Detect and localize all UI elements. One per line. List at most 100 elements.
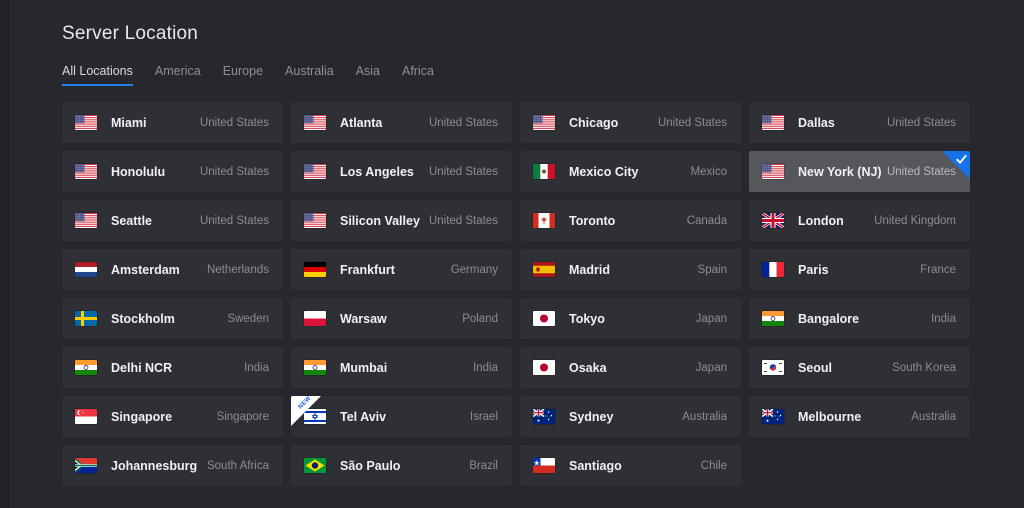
location-country-label: South Korea [892, 361, 956, 374]
flag-icon-se [75, 311, 97, 326]
location-city-label: Seattle [111, 213, 152, 228]
location-city-label: Osaka [569, 360, 607, 375]
location-card[interactable]: Singapore Singapore [62, 396, 283, 437]
location-card[interactable]: Bangalore India [749, 298, 970, 339]
location-card[interactable]: Melbourne Australia [749, 396, 970, 437]
location-city-label: Los Angeles [340, 164, 414, 179]
location-country-label: France [920, 263, 956, 276]
location-card[interactable]: Tel Aviv Israel NEW [291, 396, 512, 437]
location-card[interactable]: Santiago Chile [520, 445, 741, 486]
flag-icon-gb [762, 213, 784, 228]
location-city-label: Paris [798, 262, 829, 277]
location-card[interactable]: Johannesburg South Africa [62, 445, 283, 486]
location-card[interactable]: Mexico City Mexico [520, 151, 741, 192]
location-city-label: Mumbai [340, 360, 388, 375]
flag-icon-de [304, 262, 326, 277]
location-country-label: Japan [695, 312, 727, 325]
location-city-label: Singapore [111, 409, 173, 424]
flag-icon-us [762, 164, 784, 179]
flag-icon-kr [762, 360, 784, 375]
location-card[interactable]: Seattle United States [62, 200, 283, 241]
location-country-label: India [931, 312, 956, 325]
location-city-label: Melbourne [798, 409, 862, 424]
flag-icon-pl [304, 311, 326, 326]
flag-icon-es [533, 262, 555, 277]
location-card[interactable]: Delhi NCR India [62, 347, 283, 388]
location-city-label: Mexico City [569, 164, 639, 179]
location-city-label: Johannesburg [111, 458, 198, 473]
flag-icon-in [762, 311, 784, 326]
tab-australia[interactable]: Australia [285, 64, 334, 86]
location-city-label: Delhi NCR [111, 360, 173, 375]
location-card[interactable]: Warsaw Poland [291, 298, 512, 339]
location-card[interactable]: Madrid Spain [520, 249, 741, 290]
location-city-label: Honolulu [111, 164, 166, 179]
location-city-label: Seoul [798, 360, 833, 375]
flag-icon-za [75, 458, 97, 473]
location-card[interactable]: Atlanta United States [291, 102, 512, 143]
location-city-label: Miami [111, 115, 147, 130]
location-city-label: Sydney [569, 409, 614, 424]
location-country-label: United States [199, 214, 269, 227]
server-location-grid: Miami United States Atlanta United States Ch… [62, 102, 970, 486]
location-card[interactable]: Osaka Japan [520, 347, 741, 388]
location-card[interactable]: Mumbai India [291, 347, 512, 388]
flag-icon-cl [533, 458, 555, 473]
location-country-label: United States [428, 214, 498, 227]
flag-icon-au [762, 409, 784, 424]
location-country-label: United States [428, 165, 498, 178]
tab-asia[interactable]: Asia [356, 64, 380, 86]
location-card[interactable]: Frankfurt Germany [291, 249, 512, 290]
location-country-label: Germany [450, 263, 498, 276]
location-city-label: Chicago [569, 115, 619, 130]
tab-europe[interactable]: Europe [223, 64, 263, 86]
location-card[interactable]: Paris France [749, 249, 970, 290]
location-card[interactable]: Miami United States [62, 102, 283, 143]
tab-america[interactable]: America [155, 64, 201, 86]
location-card[interactable]: Sydney Australia [520, 396, 741, 437]
location-card[interactable]: New York (NJ) United States [749, 151, 970, 192]
location-card[interactable]: Tokyo Japan [520, 298, 741, 339]
location-card[interactable]: London United Kingdom [749, 200, 970, 241]
flag-icon-in [304, 360, 326, 375]
location-card[interactable]: Chicago United States [520, 102, 741, 143]
location-city-label: Santiago [569, 458, 622, 473]
flag-icon-us [75, 164, 97, 179]
location-city-label: London [798, 213, 844, 228]
location-card[interactable]: Toronto Canada [520, 200, 741, 241]
location-city-label: Warsaw [340, 311, 387, 326]
location-country-label: South Africa [206, 459, 269, 472]
flag-icon-nl [75, 262, 97, 277]
location-card[interactable]: Stockholm Sweden [62, 298, 283, 339]
location-card[interactable]: São Paulo Brazil [291, 445, 512, 486]
location-card[interactable]: Amsterdam Netherlands [62, 249, 283, 290]
flag-icon-us [304, 115, 326, 130]
flag-icon-in [75, 360, 97, 375]
location-country-label: Mexico [690, 165, 727, 178]
location-country-label: Australia [682, 410, 727, 423]
location-country-label: Netherlands [206, 263, 269, 276]
location-country-label: United States [657, 116, 727, 129]
location-card[interactable]: Dallas United States [749, 102, 970, 143]
location-city-label: Tokyo [569, 311, 605, 326]
location-country-label: Singapore [216, 410, 269, 423]
flag-icon-sg [75, 409, 97, 424]
flag-icon-ca [533, 213, 555, 228]
tab-all-locations[interactable]: All Locations [62, 64, 133, 86]
location-city-label: Madrid [569, 262, 610, 277]
flag-icon-us [75, 213, 97, 228]
flag-icon-us [304, 164, 326, 179]
location-city-label: Silicon Valley [340, 213, 420, 228]
location-card[interactable]: Honolulu United States [62, 151, 283, 192]
location-card[interactable]: Los Angeles United States [291, 151, 512, 192]
flag-icon-us [75, 115, 97, 130]
flag-icon-jp [533, 311, 555, 326]
location-country-label: United Kingdom [874, 214, 956, 227]
flag-icon-us [533, 115, 555, 130]
tab-africa[interactable]: Africa [402, 64, 434, 86]
flag-icon-us [304, 213, 326, 228]
flag-icon-br [304, 458, 326, 473]
location-country-label: Brazil [469, 459, 498, 472]
location-card[interactable]: Silicon Valley United States [291, 200, 512, 241]
location-card[interactable]: Seoul South Korea [749, 347, 970, 388]
